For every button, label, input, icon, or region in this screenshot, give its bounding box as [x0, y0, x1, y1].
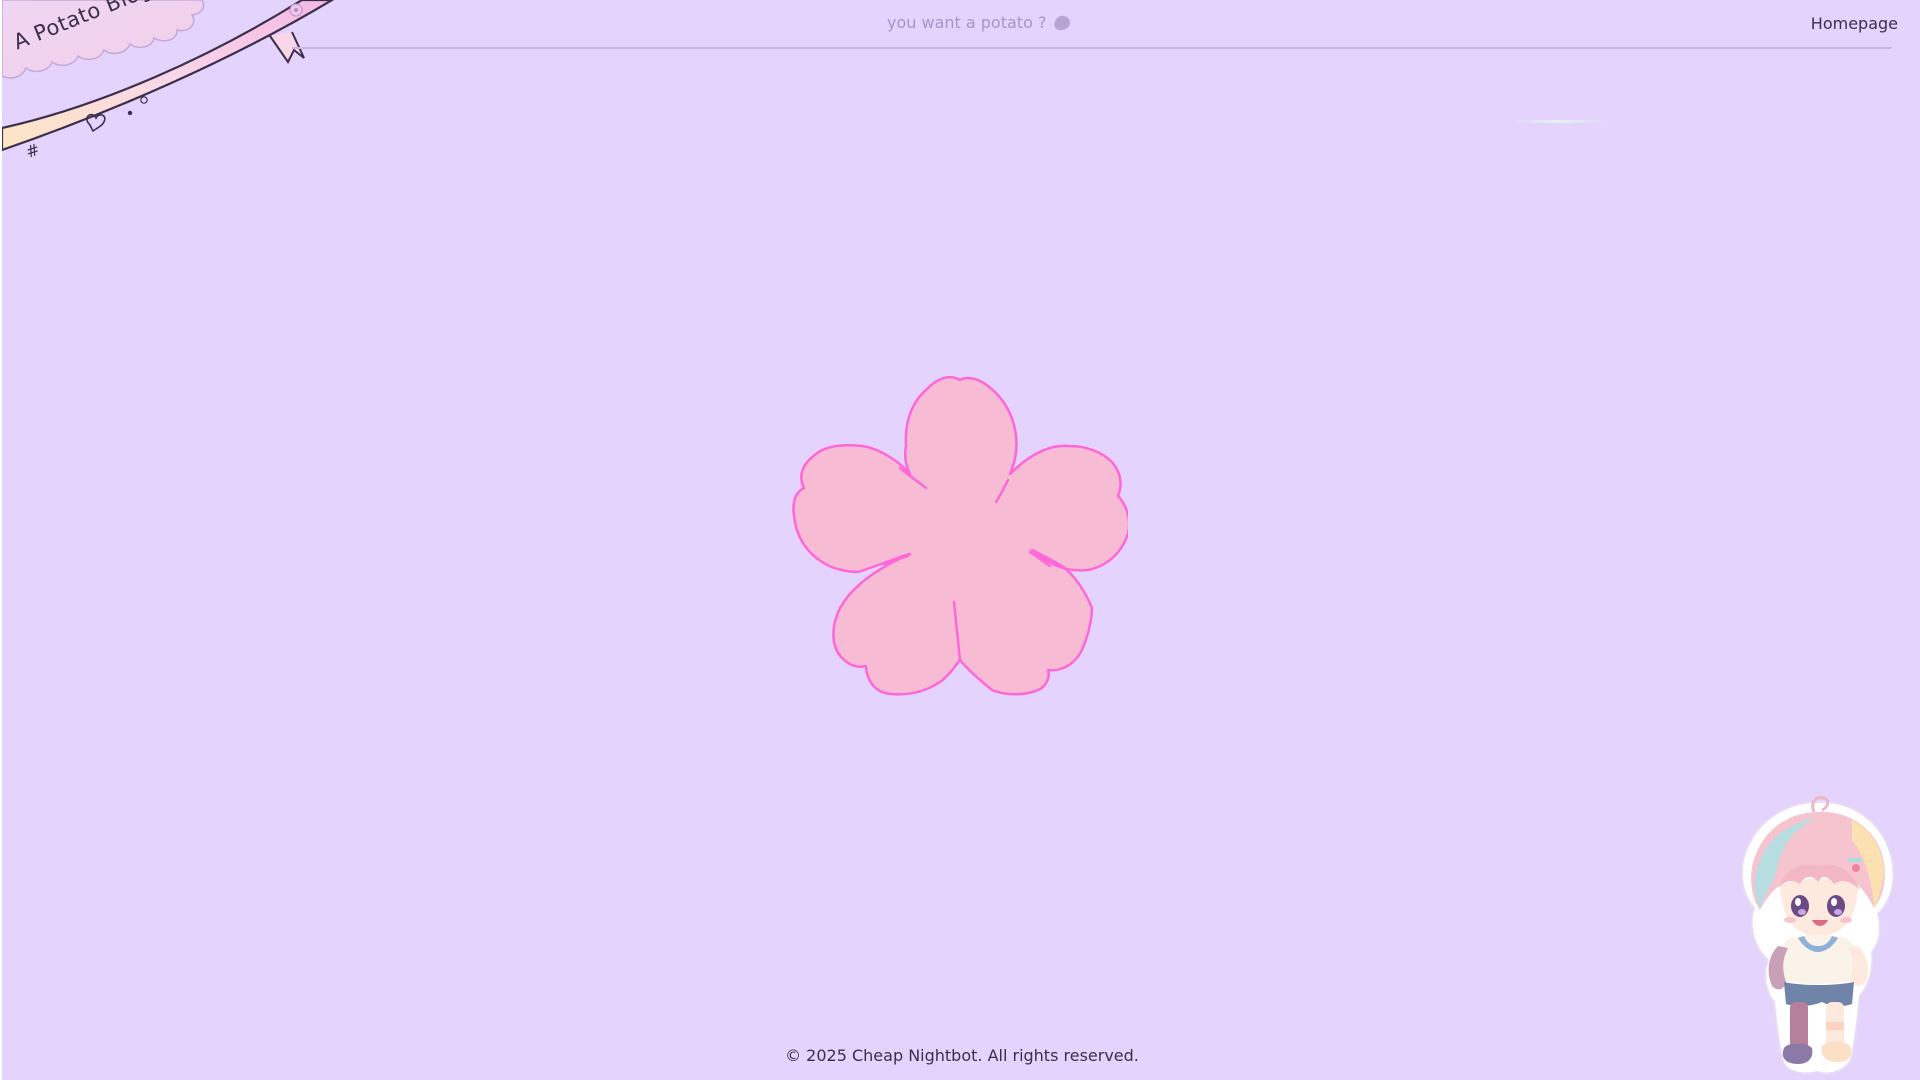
svg-text:#: #	[23, 140, 42, 162]
site-tagline: you want a potato ?	[887, 13, 1073, 32]
footer-copyright: © 2025 Cheap Nightbot. All rights reserv…	[785, 1046, 1139, 1065]
page: # A Potato Blog ~ you want a potato ? Ho…	[0, 0, 1920, 1080]
topbar-divider	[292, 47, 1892, 49]
tagline-text: you want a potato ?	[887, 13, 1047, 32]
sakura-flower-icon	[792, 376, 1131, 702]
potato-icon	[1052, 13, 1073, 32]
top-navigation-bar: you want a potato ? Homepage	[2, 0, 1920, 50]
nav-link-homepage[interactable]: Homepage	[1811, 14, 1898, 33]
chibi-character-illustration	[1732, 796, 1904, 1076]
decorative-highlight	[1514, 120, 1604, 123]
